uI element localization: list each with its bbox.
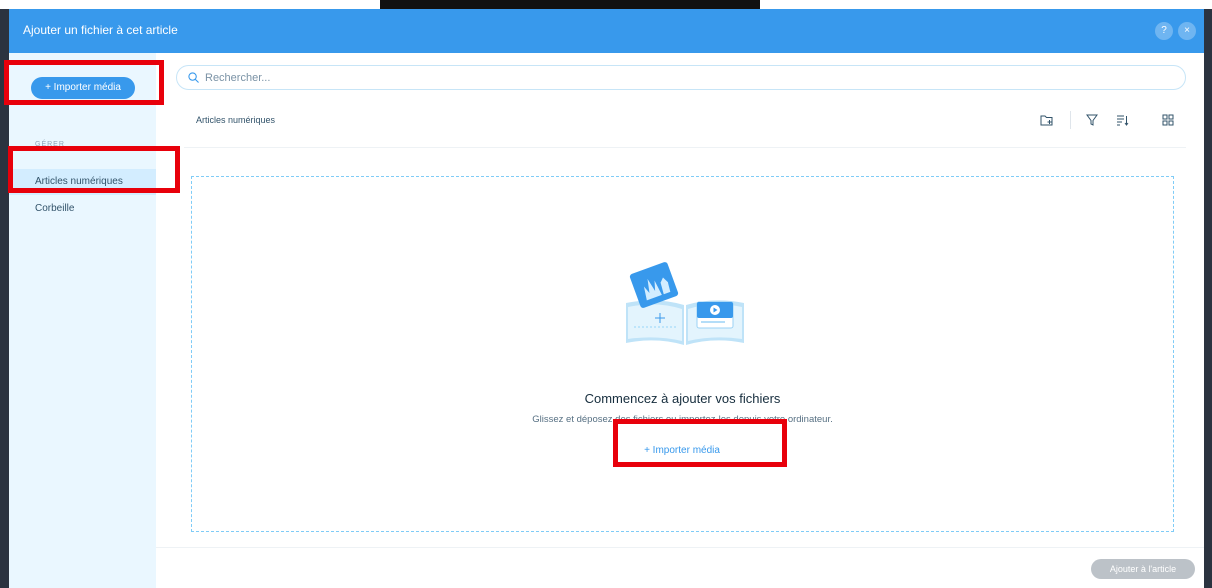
grid-view-icon[interactable] <box>1160 112 1176 128</box>
sidebar: + Importer média GÉRER Articles numériqu… <box>9 53 156 588</box>
search-bar[interactable] <box>176 65 1186 90</box>
highlight-box-import-link <box>613 419 787 467</box>
empty-state-title: Commencez à ajouter vos fichiers <box>584 391 781 406</box>
toolbar-separator <box>184 147 1186 148</box>
footer-divider <box>156 547 1204 548</box>
toolbar-divider <box>1070 111 1071 129</box>
backdrop-right-edge <box>1204 0 1212 588</box>
filter-icon[interactable] <box>1084 112 1100 128</box>
breadcrumb: Articles numériques <box>196 115 276 125</box>
new-folder-icon[interactable] <box>1039 112 1055 128</box>
empty-media-illustration <box>626 262 744 345</box>
search-input[interactable] <box>205 69 1105 87</box>
drop-zone[interactable]: Commencez à ajouter vos fichiers Glissez… <box>191 176 1174 532</box>
help-button[interactable]: ? <box>1155 22 1173 40</box>
sort-icon[interactable] <box>1114 112 1130 128</box>
search-icon <box>188 72 199 83</box>
backdrop-top-edge <box>0 0 1212 9</box>
main-panel: Articles numériques <box>156 53 1204 588</box>
backdrop-top-strip <box>380 0 760 9</box>
close-button[interactable]: × <box>1178 22 1196 40</box>
highlight-box-import-button <box>4 60 164 105</box>
sidebar-item-trash[interactable]: Corbeille <box>9 196 156 222</box>
highlight-box-digital-articles <box>8 146 180 193</box>
media-dialog: Ajouter un fichier à cet article ? × + I… <box>9 9 1204 588</box>
dialog-title: Ajouter un fichier à cet article <box>23 23 178 37</box>
add-to-article-button[interactable]: Ajouter à l'article <box>1091 559 1195 579</box>
dialog-header: Ajouter un fichier à cet article ? × <box>9 9 1204 53</box>
